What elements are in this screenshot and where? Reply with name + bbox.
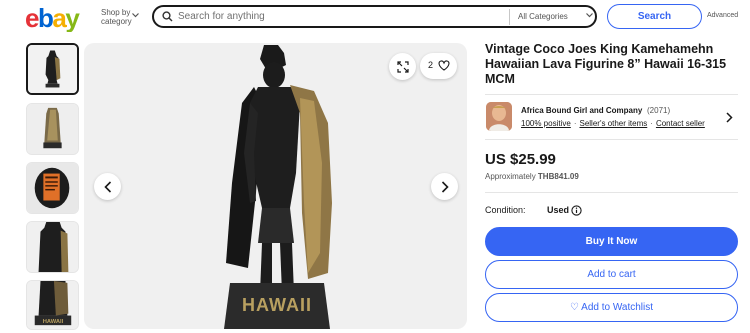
search-button[interactable]: Search [607,4,702,29]
figurine-back-thumbnail-image [27,104,78,154]
search-divider [509,9,510,25]
watch-count: 2 [428,60,434,70]
seller-feedback-count: (2071) [647,106,671,115]
thumbnail-1[interactable] [26,43,79,95]
chevron-right-icon[interactable] [726,112,733,123]
info-icon[interactable] [571,205,582,216]
figurine-label-thumbnail-image [27,163,78,213]
approx-value: THB841.09 [537,172,579,181]
advanced-search-link[interactable]: Advanced [707,12,738,19]
seller-other-items-link[interactable]: Seller's other items [579,119,647,128]
shop-by-category[interactable]: Shop by category [101,8,139,26]
buy-it-now-button[interactable]: Buy It Now [485,227,738,256]
chevron-down-icon [132,13,139,18]
product-title: Vintage Coco Joes King Kamehamehn Hawaii… [485,42,727,86]
figurine-base-thumbnail-image: HAWAII [27,281,78,329]
chevron-down-icon [586,13,593,18]
price: US $25.99 [485,151,556,168]
thumbnail-4[interactable] [26,221,79,273]
search-input[interactable]: Search for anything [178,11,265,22]
thumbnail-2[interactable] [26,103,79,155]
watch-count-button[interactable]: 2 [420,53,457,79]
previous-image-button[interactable] [94,173,121,200]
thumbnail-5[interactable]: HAWAII [26,280,79,330]
expand-icon [396,60,409,73]
seller-links: 100% positive · Seller's other items · Conta… [521,119,705,128]
contact-seller-link[interactable]: Contact seller [656,119,705,128]
seller-name-link[interactable]: Africa Bound Girl and Company [521,106,642,115]
next-image-button[interactable] [431,173,458,200]
chevron-right-icon [441,180,449,193]
expand-image-button[interactable] [389,53,416,80]
thumbnail-3[interactable] [26,162,79,214]
figurine-closeup-thumbnail-image [27,222,78,272]
seller-photo [486,102,512,131]
search-icon [162,11,173,22]
approx-label: Approximately [485,172,536,181]
condition-value: Used [547,205,570,215]
figurine-base-text: HAWAII [242,295,312,315]
figurine-thumbnail-image [28,45,77,93]
divider [485,94,738,95]
search-bar[interactable]: Search for anything All Categories [152,5,597,28]
chevron-left-icon [103,180,111,193]
ebay-logo-text: ebay [25,4,80,32]
approx-price: Approximately THB841.09 [485,172,579,181]
divider [485,139,738,140]
figurine-image: HAWAII [224,45,332,329]
seller-avatar[interactable] [486,102,512,131]
positive-feedback-link[interactable]: 100% positive [521,119,571,128]
category-select[interactable]: All Categories [518,12,568,21]
add-to-watchlist-button[interactable]: ♡ Add to Watchlist [485,293,738,322]
shop-by-line1: Shop by [101,8,131,17]
condition-label: Condition: [485,205,526,215]
thumbnail-base-text: HAWAII [43,319,64,325]
ebay-logo[interactable]: ebay [25,4,93,32]
add-to-cart-button[interactable]: Add to cart [485,260,738,289]
shop-by-line2: category [101,17,132,26]
divider [485,192,738,193]
main-product-image[interactable]: HAWAII [84,43,467,329]
heart-icon [438,60,450,71]
